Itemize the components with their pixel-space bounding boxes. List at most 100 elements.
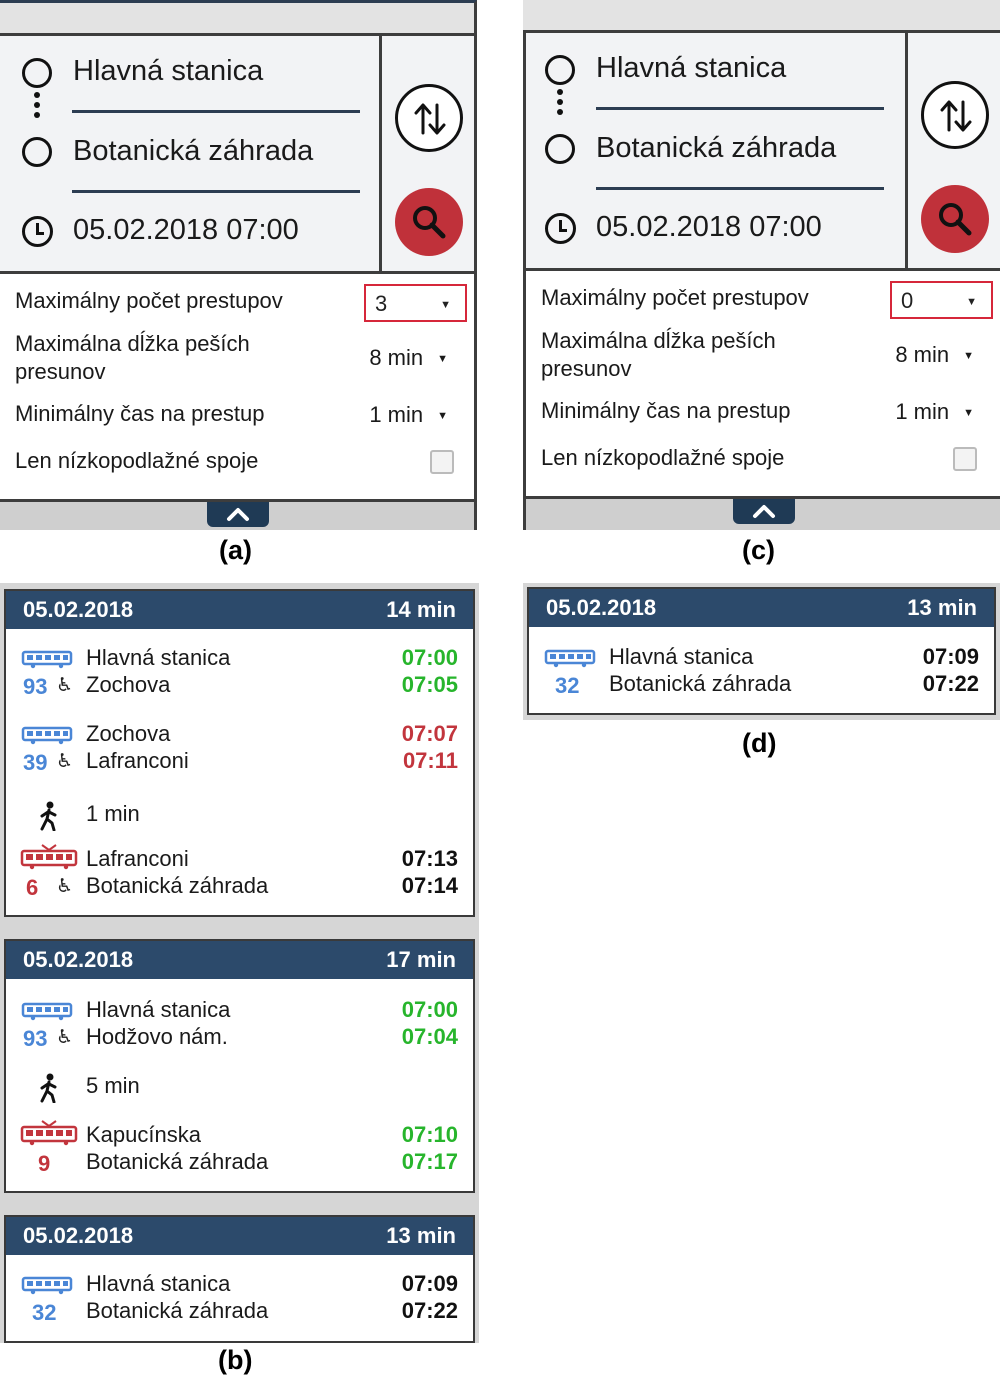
results-list-d: 05.02.2018 13 min 32 Hlavná stanica Bota… [523,583,1000,720]
max-walk-value: 8 min [895,342,950,367]
max-walk-label: Maximálna dĺžka peších presunov [541,328,776,381]
figure-label-c: (c) [742,535,775,565]
low-floor-label: Len nízkopodlažné spoje [15,448,259,473]
route-leg: 93 ♿ Hlavná stanica Hodžovo nám. 07:00 0… [6,997,473,1057]
route-card[interactable]: 05.02.2018 13 min 32 Hlavná stanica Bota… [527,587,996,715]
swap-stops-button[interactable] [921,81,989,149]
origin-input[interactable]: Hlavná stanica [596,52,786,85]
departure-stop: Hlavná stanica [86,645,231,670]
swap-arrows-icon [940,100,972,132]
wheelchair-icon: ♿ [56,751,74,772]
bus-icon [21,725,73,750]
wheelchair-icon: ♿ [56,1027,74,1048]
chevron-up-icon [753,505,775,518]
wheelchair-icon: ♿ [56,675,74,696]
dropdown-caret-icon: ▼ [963,407,974,420]
destination-underline [596,187,884,190]
max-walk-value: 8 min [369,345,424,370]
results-list-b: 05.02.2018 14 min 93 ♿ Hlavná stanica Zo… [0,583,479,1343]
bus-icon [21,649,73,674]
destination-input[interactable]: Botanická záhrada [73,135,313,168]
route-leg: 6 ♿ Lafranconi Botanická záhrada 07:13 0… [6,844,473,906]
tram-icon [20,1118,78,1151]
datetime-input[interactable]: 05.02.2018 07:00 [596,211,822,244]
search-panel-c: Hlavná stanica Botanická záhrada 05.02.2… [523,0,1000,530]
origin-underline [596,107,884,110]
min-transfer-select[interactable]: 1 min ▼ [369,402,448,428]
arrival-time: 07:05 [401,672,458,697]
line-number: 39 [23,750,48,775]
walking-person-icon [40,801,57,831]
vertical-divider [379,36,382,271]
route-date: 05.02.2018 [23,1223,134,1248]
bottom-bar [523,496,1000,530]
dropdown-caret-icon: ▼ [966,296,977,308]
destination-underline [72,190,360,193]
figure-label-a: (a) [219,535,252,565]
route-card[interactable]: 05.02.2018 13 min 32 Hlavná stanica Bota… [4,1215,475,1343]
max-transfers-select[interactable]: 0 ▼ [890,281,993,319]
bus-icon [21,1001,73,1026]
arrival-stop: Botanická záhrada [86,1298,269,1323]
destination-input[interactable]: Botanická záhrada [596,132,836,165]
wheelchair-icon: ♿ [56,876,74,897]
origin-circle-icon [22,58,52,88]
min-transfer-value: 1 min [895,399,950,424]
line-number: 32 [555,673,580,698]
max-walk-select[interactable]: 8 min ▼ [895,342,974,368]
origin-input[interactable]: Hlavná stanica [73,55,263,88]
departure-time: 07:09 [401,1271,458,1296]
arrival-stop: Botanická záhrada [609,671,792,696]
arrival-stop: Botanická záhrada [86,873,269,898]
arrival-time: 07:14 [401,873,458,898]
search-icon [939,203,972,236]
max-walk-select[interactable]: 8 min ▼ [369,345,448,371]
clock-icon [22,216,53,247]
departure-stop: Hlavná stanica [86,997,231,1022]
search-form: Hlavná stanica Botanická záhrada 05.02.2… [0,36,477,274]
max-transfers-select[interactable]: 3 ▼ [364,284,467,322]
collapse-options-button[interactable] [207,502,269,527]
figure-label-b: (b) [218,1345,253,1375]
departure-time: 07:07 [401,721,458,746]
route-date: 05.02.2018 [23,947,134,972]
search-button[interactable] [921,185,989,253]
departure-stop: Hlavná stanica [86,1271,231,1296]
route-card[interactable]: 05.02.2018 17 min 93 ♿ Hlavná stanica Ho… [4,939,475,1193]
max-transfers-value: 3 [375,291,388,316]
search-icon [413,206,446,239]
departure-stop: Hlavná stanica [609,644,754,669]
arrival-time: 07:22 [401,1298,458,1323]
dropdown-caret-icon: ▼ [437,410,448,423]
dropdown-caret-icon: ▼ [963,350,974,363]
route-card[interactable]: 05.02.2018 14 min 93 ♿ Hlavná stanica Zo… [4,589,475,917]
min-transfer-select[interactable]: 1 min ▼ [895,399,974,425]
line-number: 32 [32,1300,57,1325]
route-leg: 32 Hlavná stanica Botanická záhrada 07:0… [529,644,994,704]
walk-leg: 5 min [6,1073,473,1105]
route-dots-icon [556,89,564,133]
line-number: 93 [23,674,48,699]
route-duration: 14 min [386,597,456,622]
low-floor-checkbox[interactable] [953,447,977,471]
route-card-header: 05.02.2018 13 min [529,589,994,627]
swap-stops-button[interactable] [395,84,463,152]
departure-time: 07:10 [401,1122,458,1147]
max-walk-label: Maximálna dĺžka peších presunov [15,331,250,384]
arrival-stop: Hodžovo nám. [86,1024,228,1049]
low-floor-checkbox[interactable] [430,450,454,474]
arrival-stop: Zochova [86,672,171,697]
search-button[interactable] [395,188,463,256]
route-duration: 13 min [386,1223,456,1248]
route-leg: 32 Hlavná stanica Botanická záhrada 07:0… [6,1271,473,1331]
walk-duration: 1 min [86,801,140,826]
datetime-input[interactable]: 05.02.2018 07:00 [73,214,299,247]
line-number: 9 [38,1151,51,1176]
low-floor-label: Len nízkopodlažné spoje [541,445,785,470]
route-leg: 93 ♿ Hlavná stanica Zochova 07:00 07:05 [6,645,473,705]
min-transfer-label: Minimálny čas na prestup [15,401,265,426]
bus-icon [21,1275,73,1300]
route-date: 05.02.2018 [23,597,134,622]
arrival-time: 07:04 [401,1024,458,1049]
collapse-options-button[interactable] [733,499,795,524]
